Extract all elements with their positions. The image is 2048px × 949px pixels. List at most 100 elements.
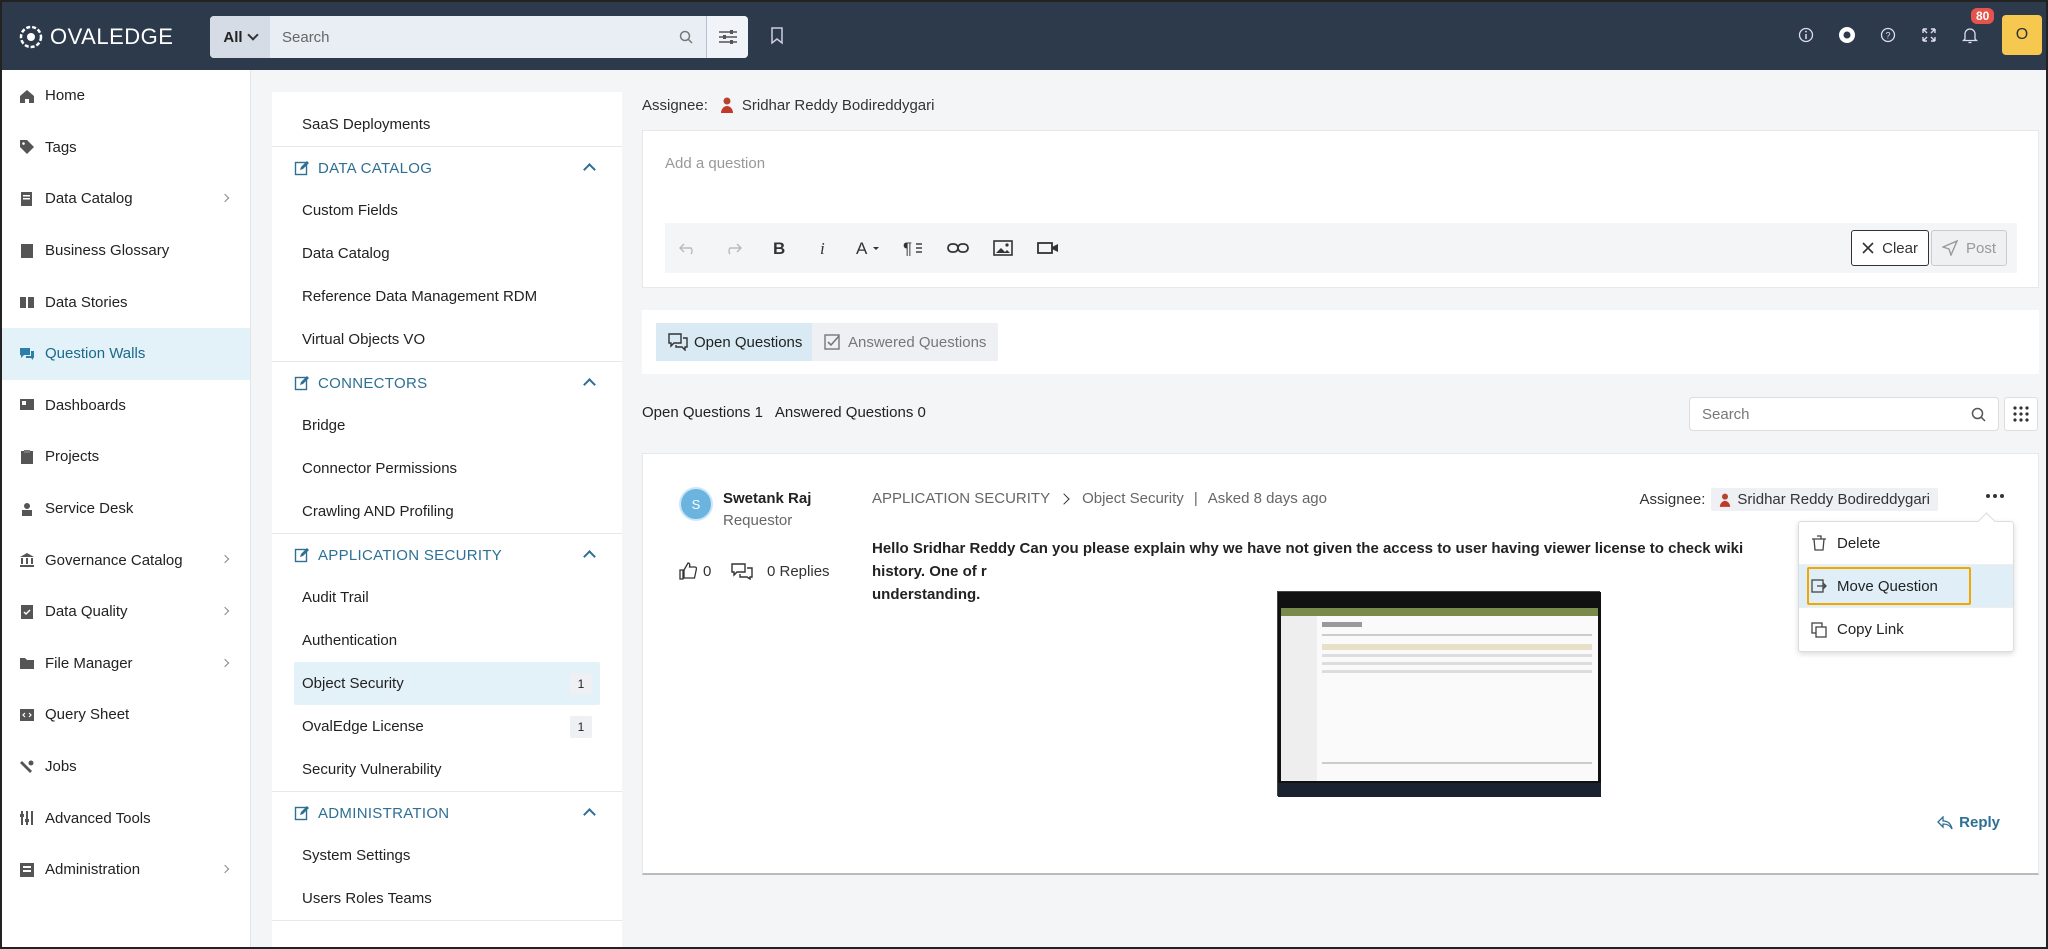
nav-governance-catalog[interactable]: Governance Catalog [0, 534, 250, 586]
chevron-up-icon[interactable] [583, 378, 596, 391]
more-options-icon[interactable] [1986, 494, 2004, 498]
category-ovaledge-license[interactable]: OvalEdge License 1 [272, 705, 622, 748]
search-icon [1971, 407, 1986, 422]
notification-count-badge: 80 [1971, 8, 1995, 24]
question-breadcrumb: APPLICATION SECURITY Object Security | A… [872, 490, 1327, 507]
chevron-up-icon[interactable] [583, 550, 596, 563]
menu-item-move-question[interactable]: Move Question [1799, 565, 2013, 608]
category-system-settings[interactable]: System Settings [272, 834, 622, 877]
nav-question-walls[interactable]: Question Walls [0, 327, 250, 380]
category-connector-permissions[interactable]: Connector Permissions [272, 447, 622, 490]
app-logo[interactable]: OVALEDGE [18, 24, 173, 50]
chat-icon [18, 345, 35, 362]
video-icon[interactable] [1025, 223, 1070, 273]
category-bridge[interactable]: Bridge [272, 404, 622, 447]
question-assignee: Assignee: Sridhar Reddy Bodireddygari [1640, 488, 1938, 511]
category-data-catalog[interactable]: Data Catalog [272, 232, 622, 275]
category-users-roles-teams[interactable]: Users Roles Teams [272, 877, 622, 920]
section-connectors[interactable]: CONNECTORS [272, 361, 622, 404]
expand-icon[interactable] [1908, 27, 1949, 43]
help-icon[interactable]: ? [1867, 27, 1908, 43]
nav-query-sheet[interactable]: Query Sheet [0, 689, 250, 741]
font-size-icon[interactable]: A [845, 223, 890, 273]
clear-button[interactable]: Clear [1851, 230, 1929, 266]
nav-dashboards[interactable]: Dashboards [0, 380, 250, 432]
nav-advanced-tools[interactable]: Advanced Tools [0, 792, 250, 844]
nav-data-catalog[interactable]: Data Catalog [0, 173, 250, 225]
question-attachment-image[interactable] [1277, 591, 1601, 797]
breadcrumb-subcategory[interactable]: Object Security [1082, 490, 1184, 507]
post-button[interactable]: Post [1930, 230, 2007, 266]
search-scope-dropdown[interactable]: All [210, 16, 270, 58]
chevron-up-icon[interactable] [583, 163, 596, 176]
reply-button[interactable]: Reply [1937, 814, 2000, 831]
category-security-vulnerability[interactable]: Security Vulnerability [272, 748, 622, 791]
section-administration[interactable]: ADMINISTRATION [272, 791, 622, 834]
menu-item-copy-link[interactable]: Copy Link [1799, 608, 2013, 651]
nav-business-glossary[interactable]: Business Glossary [0, 225, 250, 277]
quality-icon [18, 603, 35, 620]
filter-sliders-icon[interactable] [706, 16, 748, 58]
nav-jobs[interactable]: Jobs [0, 741, 250, 793]
edit-note-icon [294, 547, 310, 563]
category-saas-deployments[interactable]: SaaS Deployments [272, 103, 622, 146]
edit-note-icon [294, 160, 310, 176]
nav-file-manager[interactable]: File Manager [0, 638, 250, 690]
user-avatar[interactable]: O [2002, 15, 2042, 55]
chevron-right-icon [220, 658, 230, 667]
category-crawling-profiling[interactable]: Crawling AND Profiling [272, 490, 622, 533]
notifications-bell-icon[interactable]: 80 [1949, 8, 1995, 44]
paragraph-icon[interactable]: ¶ [890, 223, 935, 273]
link-icon[interactable] [935, 223, 980, 273]
nav-tags[interactable]: Tags [0, 122, 250, 174]
bold-icon[interactable]: B [755, 223, 800, 273]
section-application-security[interactable]: APPLICATION SECURITY [272, 533, 622, 576]
question-card: S Swetank Raj Requestor 0 0 Replies APPL… [642, 453, 2039, 875]
italic-icon[interactable]: i [800, 223, 845, 273]
highlight-outline [1807, 567, 1971, 605]
search-icon[interactable] [666, 30, 706, 44]
nav-data-quality[interactable]: Data Quality [0, 586, 250, 638]
question-search-input[interactable]: Search [1689, 397, 1999, 431]
grid-view-icon[interactable] [2004, 397, 2038, 431]
tab-open-questions[interactable]: Open Questions [656, 323, 815, 361]
category-authentication[interactable]: Authentication [272, 619, 622, 662]
jobs-icon [18, 758, 35, 775]
question-input[interactable]: Add a question [665, 155, 765, 172]
like-button[interactable]: 0 [679, 562, 711, 580]
search-input[interactable]: Search [270, 29, 666, 46]
category-custom-fields[interactable]: Custom Fields [272, 189, 622, 232]
nav-administration[interactable]: Administration [0, 844, 250, 896]
chevron-up-icon[interactable] [583, 808, 596, 821]
assignee-chip[interactable]: Sridhar Reddy Bodireddygari [1711, 488, 1938, 511]
logo-icon [19, 25, 43, 49]
image-icon[interactable] [980, 223, 1025, 273]
nav-data-stories[interactable]: Data Stories [0, 276, 250, 328]
info-icon[interactable] [1785, 27, 1826, 43]
nav-projects[interactable]: Projects [0, 431, 250, 483]
assignee-name[interactable]: Sridhar Reddy Bodireddygari [742, 97, 935, 114]
menu-item-delete[interactable]: Delete [1799, 522, 2013, 565]
global-search: All Search [210, 16, 748, 58]
edit-note-icon [294, 805, 310, 821]
nav-home[interactable]: Home [0, 70, 250, 122]
tab-answered-questions[interactable]: Answered Questions [812, 323, 999, 361]
replies-count[interactable]: 0 Replies [731, 562, 830, 580]
author-name[interactable]: Swetank Raj [723, 490, 811, 507]
redo-icon[interactable] [710, 223, 755, 273]
breadcrumb-category[interactable]: APPLICATION SECURITY [872, 490, 1050, 507]
section-data-catalog[interactable]: DATA CATALOG [272, 146, 622, 189]
undo-icon[interactable] [665, 223, 710, 273]
assignee-row: Assignee: Sridhar Reddy Bodireddygari [642, 96, 935, 114]
category-rdm[interactable]: Reference Data Management RDM [272, 275, 622, 318]
copy-icon [1811, 621, 1827, 638]
bookmark-icon[interactable] [770, 27, 784, 49]
category-audit-trail[interactable]: Audit Trail [272, 576, 622, 619]
category-virtual-objects[interactable]: Virtual Objects VO [272, 318, 622, 361]
code-icon [18, 706, 35, 723]
left-navigation: Home Tags Data Catalog Business Glossary… [0, 70, 251, 949]
nav-service-desk[interactable]: Service Desk [0, 483, 250, 535]
category-object-security[interactable]: Object Security 1 [294, 662, 600, 705]
answered-count: Answered Questions 0 [774, 404, 926, 421]
chrome-icon[interactable] [1826, 26, 1867, 44]
